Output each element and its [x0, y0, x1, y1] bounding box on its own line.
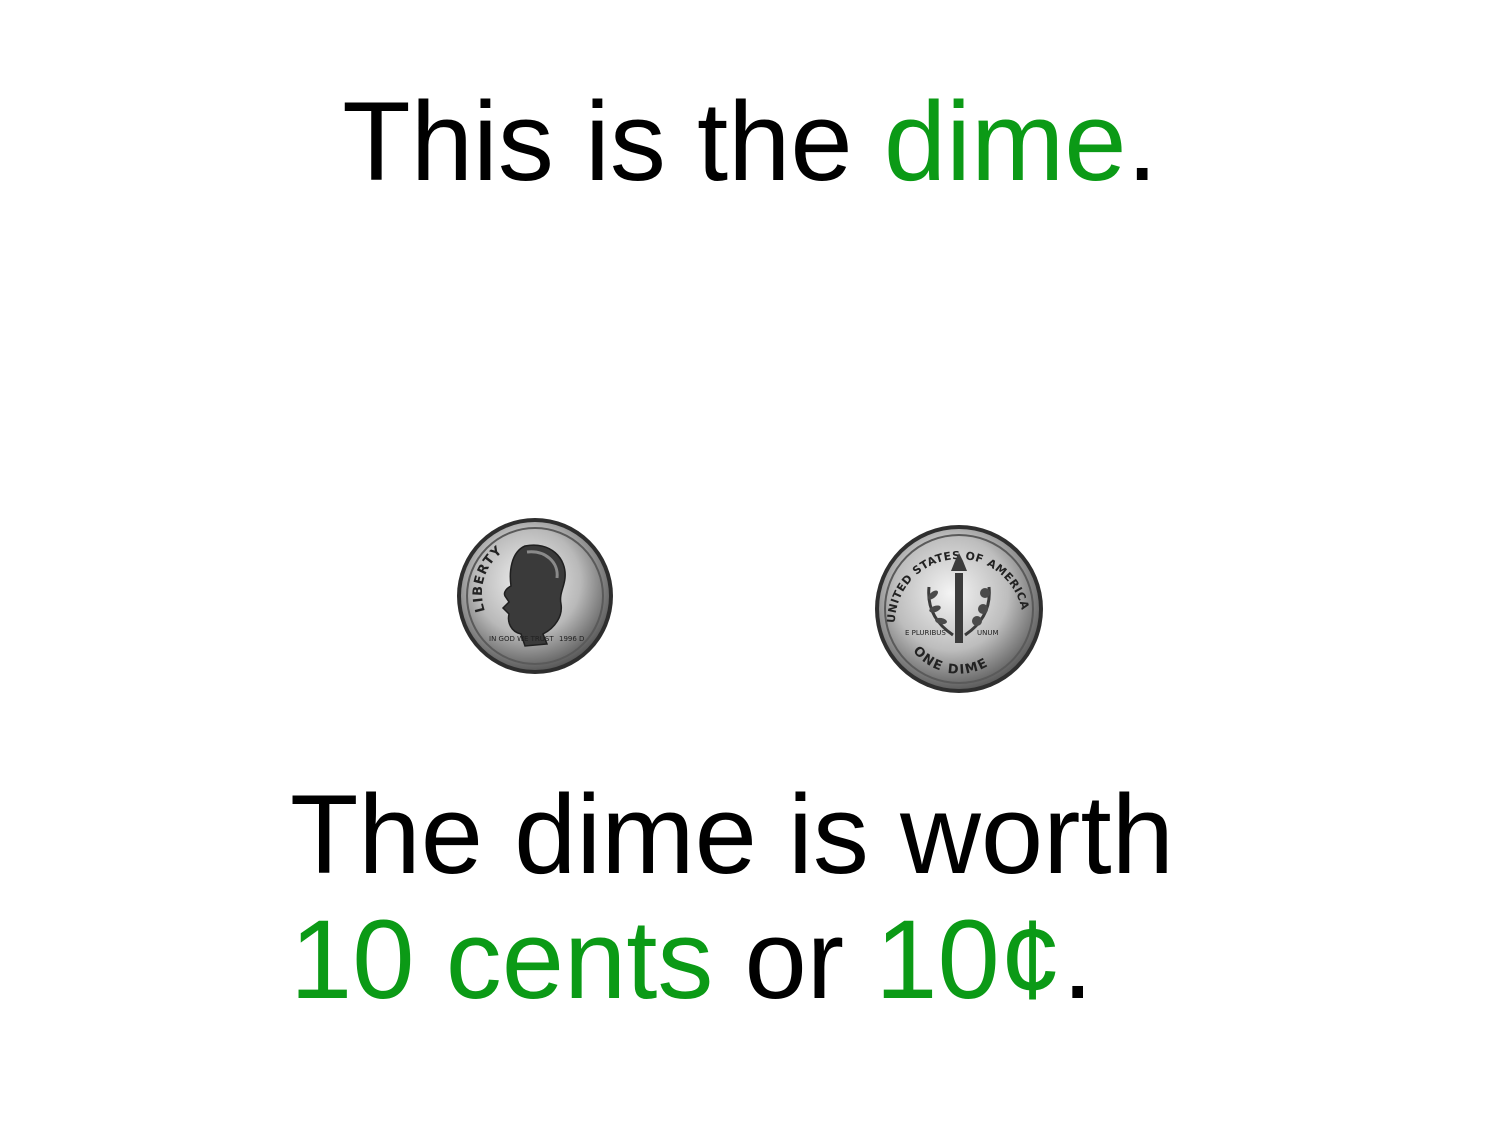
front-inscription-right: 1996 D: [559, 635, 584, 643]
worth-connector: or: [713, 897, 876, 1023]
dime-obverse-icon: LIBERTY IN GOD WE TRUST 1996 D: [457, 518, 613, 674]
title-highlight: dime: [883, 79, 1127, 204]
worth-line-2: 10 cents or 10¢.: [290, 897, 1174, 1022]
back-inscription-mid-left: E PLURIBUS: [905, 629, 946, 637]
dime-reverse-icon: UNITED STATES OF AMERICA E PLURIBUS UNUM…: [875, 525, 1043, 693]
back-inscription-mid-right: UNUM: [977, 629, 999, 637]
worth-amount-symbol: 10¢: [875, 897, 1063, 1023]
page-title: This is the dime.: [0, 78, 1500, 207]
worth-end: .: [1062, 897, 1094, 1023]
title-prefix: This is the: [342, 79, 884, 204]
title-suffix: .: [1126, 79, 1158, 204]
worth-amount-words: 10 cents: [290, 897, 714, 1023]
worth-statement: The dime is worth 10 cents or 10¢.: [290, 772, 1174, 1023]
front-inscription-left: IN GOD WE TRUST: [489, 635, 554, 643]
worth-line-1: The dime is worth: [290, 772, 1174, 897]
